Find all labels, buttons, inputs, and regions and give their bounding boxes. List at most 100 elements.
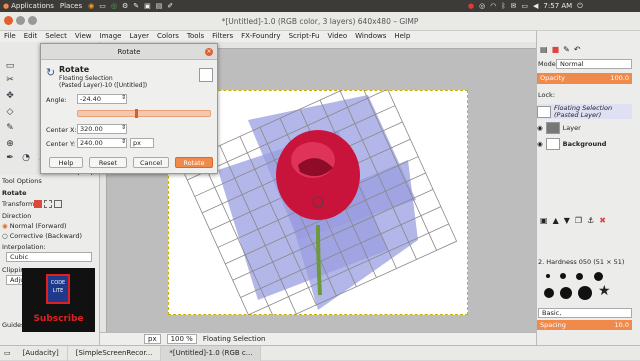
interpolation-select[interactable]: Cubic [6,252,92,262]
rect-select-icon[interactable]: ▭ [4,60,16,72]
menu-view[interactable]: View [71,31,96,42]
places-menu[interactable]: Places [57,2,85,10]
dock-tab-icons: ▤ ■ ✎ ↶ [540,45,581,54]
brush-preset[interactable] [546,274,550,278]
star-brush-icon[interactable]: ★ [598,283,611,299]
new-layer-icon[interactable]: ▣ [540,216,548,225]
wifi-icon[interactable]: ◠ [490,2,496,10]
unit-select[interactable]: px [144,334,161,344]
maximize-window-icon[interactable] [28,16,37,25]
close-icon[interactable]: × [205,48,213,56]
power-icon[interactable]: ⏻ [577,2,583,11]
angle-slider[interactable] [77,110,211,117]
terminal-icon[interactable]: ▤ [156,2,163,10]
path-icon[interactable]: ✒ [4,152,16,164]
brush-preset-field[interactable]: Basic, [538,308,632,318]
direction-normal-radio[interactable]: ◉ Normal (Forward) [2,222,67,230]
chrome-icon[interactable]: ◎ [111,2,117,10]
color-picker-icon[interactable]: ◔ [20,152,32,164]
brush-preset[interactable] [560,287,572,299]
brush-grid[interactable]: ★ [540,270,620,306]
clone-icon[interactable]: ⊕ [4,138,16,150]
close-window-icon[interactable] [4,16,13,25]
transform-layer-icon[interactable] [34,200,42,208]
delete-layer-icon[interactable]: ✖ [599,216,606,225]
direction-corrective-radio[interactable]: ○ Corrective (Backward) [2,232,82,240]
minimize-window-icon[interactable] [16,16,25,25]
menu-layer[interactable]: Layer [125,31,153,42]
show-desktop-icon[interactable]: ▭ [0,349,15,357]
channels-tab-icon[interactable]: ■ [552,45,560,54]
menu-fx-foundry[interactable]: FX-Foundry [237,31,284,42]
reset-button[interactable]: Reset [89,157,127,168]
taskbar-gimp[interactable]: *[Untitled]-1.0 (RGB c... [161,345,262,361]
files-icon[interactable]: ▭ [99,2,106,10]
chrome-tray-icon[interactable]: ◎ [479,2,485,10]
spacing-slider[interactable]: Spacing 10.0 [537,320,632,330]
layer-row-background[interactable]: ◉ Background [537,136,632,151]
menu-windows[interactable]: Windows [351,31,390,42]
applications-menu[interactable]: ● Applications [0,2,57,10]
taskbar-screen-recorder[interactable]: [SimpleScreenRecor... [68,345,162,361]
layers-tab-icon[interactable]: ▤ [540,45,548,54]
transform-selection-icon[interactable] [44,200,52,208]
visibility-eye-icon[interactable]: ◉ [537,124,543,132]
visibility-eye-icon[interactable]: ◉ [537,140,543,148]
brush-preset[interactable] [594,272,603,281]
volume-icon[interactable]: ◀ [533,2,538,10]
rotate-button[interactable]: Rotate [175,157,213,168]
menu-filters[interactable]: Filters [208,31,237,42]
layer-row-layer[interactable]: ◉ Layer [537,120,632,135]
zoom-select[interactable]: 100 % [166,334,197,344]
menu-help[interactable]: Help [390,31,414,42]
menu-tools[interactable]: Tools [183,31,208,42]
center-y-input[interactable]: 240.00 [77,138,127,148]
mail-icon[interactable]: ✉ [511,2,517,10]
brush-preset[interactable] [578,286,592,300]
menu-file[interactable]: File [0,31,20,42]
bluetooth-icon[interactable]: ᛒ [501,2,505,10]
taskbar-audacity[interactable]: [Audacity] [15,345,68,361]
menu-edit[interactable]: Edit [20,31,42,42]
lower-layer-icon[interactable]: ▼ [564,216,570,225]
align-icon[interactable]: ✥ [4,90,16,102]
opacity-slider[interactable]: Opacity 100.0 [537,73,632,84]
record-icon[interactable]: ● [468,2,474,10]
brush-preset[interactable] [576,273,583,280]
angle-spin-icon[interactable]: ⇕ [121,94,126,101]
brush-preset[interactable] [544,288,554,298]
text-editor-icon[interactable]: ✐ [167,2,173,10]
angle-slider-handle[interactable] [135,109,138,118]
clock[interactable]: 7:57 AM [543,2,572,10]
anchor-layer-icon[interactable]: ⚓ [587,216,594,225]
undo-tab-icon[interactable]: ↶ [574,45,581,54]
firefox-icon[interactable]: ◉ [88,2,94,10]
scissors-select-icon[interactable]: ✂ [4,74,16,86]
layer-row-floating[interactable]: Floating Selection (Pasted Layer) [537,104,632,119]
center-x-spin-icon[interactable]: ⇕ [121,124,126,131]
duplicate-layer-icon[interactable]: ❐ [575,216,582,225]
screen-icon[interactable]: ▣ [144,2,151,10]
subscribe-text[interactable]: Subscribe [22,314,95,324]
menu-script-fu[interactable]: Script-Fu [285,31,324,42]
unit-select[interactable]: px [130,138,154,148]
perspective-icon[interactable]: ◇ [4,106,16,118]
keyboard-icon[interactable]: ▭ [521,2,528,10]
gimp-icon[interactable]: ✎ [133,2,139,10]
menu-colors[interactable]: Colors [153,31,183,42]
transform-path-icon[interactable] [54,200,62,208]
center-x-input[interactable]: 320.00 [77,124,127,134]
cancel-button[interactable]: Cancel [133,157,169,168]
paintbrush-icon[interactable]: ✎ [4,122,16,134]
help-button[interactable]: Help [49,157,83,168]
settings-icon[interactable]: ⚙ [122,2,128,10]
mode-select[interactable]: Normal [556,59,632,69]
menu-image[interactable]: Image [96,31,126,42]
center-y-spin-icon[interactable]: ⇕ [121,138,126,145]
raise-layer-icon[interactable]: ▲ [553,216,559,225]
angle-input[interactable]: -24.40 [77,94,127,104]
menu-select[interactable]: Select [41,31,71,42]
brush-preset[interactable] [560,273,566,279]
paths-tab-icon[interactable]: ✎ [563,45,570,54]
menu-video[interactable]: Video [323,31,351,42]
